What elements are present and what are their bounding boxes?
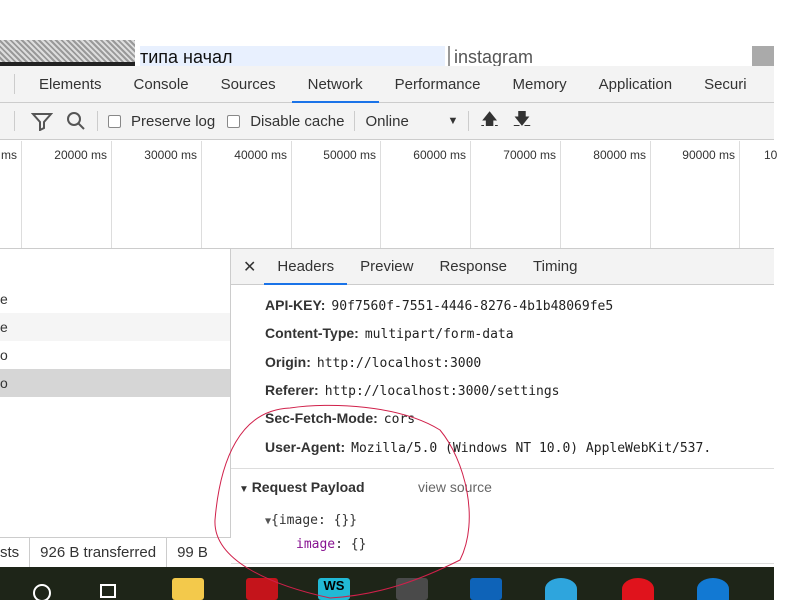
disable-cache-label[interactable]: Disable cache <box>250 113 344 130</box>
page-thumbnail <box>0 40 135 66</box>
tab-application[interactable]: Application <box>583 66 688 103</box>
header-row: API-KEY: 90f7560f-7551-4446-8276-4b1b4806… <box>265 297 613 314</box>
red-annotation-circle <box>214 404 470 599</box>
header-name: Referer: <box>265 382 319 398</box>
close-icon[interactable]: ✕ <box>231 257 264 277</box>
tab-headers[interactable]: Headers <box>264 249 348 285</box>
tab-sources[interactable]: Sources <box>205 66 292 103</box>
timeline-tick: 10 <box>764 148 778 162</box>
status-transferred: 926 B transferred <box>30 538 168 567</box>
network-timeline[interactable]: ms 20000 ms 30000 ms 40000 ms 50000 ms 6… <box>0 141 777 249</box>
header-row: Referer: http://localhost:3000/settings <box>265 382 560 399</box>
timeline-tick: 90000 ms <box>651 141 740 248</box>
header-value: http://localhost:3000/settings <box>324 384 560 399</box>
page-text: типа начал <box>140 46 445 67</box>
tab-console[interactable]: Console <box>118 66 205 103</box>
import-har-icon[interactable]: 🡅 <box>481 108 497 135</box>
request-row[interactable]: o <box>0 341 230 369</box>
header-name: Origin: <box>265 354 311 370</box>
header-value: 90f7560f-7551-4446-8276-4b1b48069fe5 <box>331 299 614 314</box>
preserve-log-label[interactable]: Preserve log <box>131 113 215 130</box>
timeline-tick: 80000 ms <box>561 141 651 248</box>
task-view-icon[interactable] <box>100 584 116 598</box>
tab-preview[interactable]: Preview <box>347 249 426 285</box>
tab-response[interactable]: Response <box>426 249 520 285</box>
throttle-select[interactable]: Online <box>365 113 447 130</box>
header-name: Content-Type: <box>265 325 359 341</box>
request-row[interactable]: e <box>0 285 230 313</box>
status-requests: sts <box>0 538 31 567</box>
tab-elements[interactable]: Elements <box>23 66 118 103</box>
opera-icon[interactable] <box>622 578 654 600</box>
telegram-icon[interactable] <box>545 578 577 600</box>
timeline-tick: 70000 ms <box>471 141 561 248</box>
timeline-tick: 60000 ms <box>381 141 471 248</box>
search-icon[interactable] <box>33 584 51 602</box>
tab-security[interactable]: Securi <box>688 66 763 103</box>
chevron-down-icon[interactable]: ▼ <box>447 115 458 127</box>
request-row[interactable]: e <box>0 313 230 341</box>
detail-tabs: ✕ Headers Preview Response Timing <box>231 249 774 285</box>
timeline-tick: 30000 ms <box>112 141 202 248</box>
preserve-log-checkbox[interactable] <box>108 114 121 128</box>
timeline-tick: 50000 ms <box>292 141 381 248</box>
tab-memory[interactable]: Memory <box>497 66 583 103</box>
disable-cache-checkbox[interactable] <box>227 114 241 128</box>
devtools-tabs: Elements Console Sources Network Perform… <box>0 66 774 103</box>
filter-icon[interactable] <box>31 111 53 131</box>
network-toolbar: Preserve log Disable cache Online ▼ 🡅 🡇 <box>0 103 774 140</box>
page-thumbnail-2 <box>752 46 774 66</box>
timeline-tick: ms <box>0 141 22 248</box>
export-har-icon[interactable]: 🡇 <box>514 108 530 135</box>
request-row-selected[interactable]: o <box>0 369 230 397</box>
web-page-content: типа начал instagram <box>0 0 774 68</box>
search-icon[interactable] <box>65 111 87 131</box>
tab-network[interactable]: Network <box>291 66 379 103</box>
header-value: http://localhost:3000 <box>316 356 482 371</box>
header-name: API-KEY: <box>265 297 326 313</box>
timeline-tick: 40000 ms <box>202 141 292 248</box>
header-row: Content-Type: multipart/form-data <box>265 325 514 342</box>
tab-timing[interactable]: Timing <box>520 249 590 285</box>
tab-performance[interactable]: Performance <box>379 66 497 103</box>
edge-icon[interactable] <box>697 578 729 600</box>
timeline-tick: 20000 ms <box>22 141 112 248</box>
header-row: Origin: http://localhost:3000 <box>265 354 481 371</box>
header-value: multipart/form-data <box>364 327 514 342</box>
